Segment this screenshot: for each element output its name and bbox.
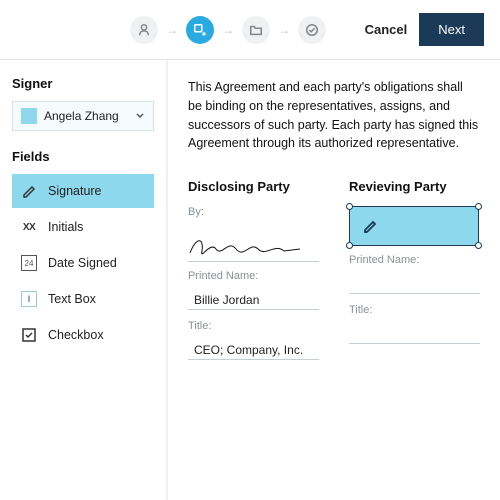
signature-icon xyxy=(362,218,378,234)
initials-icon: XX xyxy=(20,218,38,236)
cancel-button[interactable]: Cancel xyxy=(365,22,408,37)
fields-icon xyxy=(193,23,207,37)
top-actions: Cancel Next xyxy=(365,13,484,46)
field-text-box[interactable]: I Text Box xyxy=(12,282,154,316)
signature-line xyxy=(188,230,319,262)
signer-section-label: Signer xyxy=(12,76,154,91)
agreement-text: This Agreement and each party's obligati… xyxy=(188,78,480,153)
resize-handle-tl[interactable] xyxy=(346,203,353,210)
party-title: Revieving Party xyxy=(349,179,480,194)
folder-icon xyxy=(249,23,263,37)
fields-section-label: Fields xyxy=(12,149,154,164)
signature-icon xyxy=(20,182,38,200)
chevron-down-icon xyxy=(135,111,145,121)
document-canvas[interactable]: This Agreement and each party's obligati… xyxy=(166,60,500,500)
field-signature[interactable]: Signature xyxy=(12,174,154,208)
checkbox-icon xyxy=(20,326,38,344)
resize-handle-tr[interactable] xyxy=(475,203,482,210)
step-folder[interactable] xyxy=(242,16,270,44)
by-label: By: xyxy=(188,206,204,218)
step-indicator: → → → xyxy=(130,16,326,44)
arrow-icon: → xyxy=(278,23,290,37)
title-label: Title: xyxy=(349,304,480,316)
printed-name-label: Printed Name: xyxy=(349,254,480,266)
step-recipients[interactable] xyxy=(130,16,158,44)
field-label: Date Signed xyxy=(48,256,117,270)
field-date-signed[interactable]: 24 Date Signed xyxy=(12,246,154,280)
arrow-icon: → xyxy=(222,23,234,37)
signature-scribble xyxy=(188,231,308,261)
field-label: Checkbox xyxy=(48,328,104,342)
field-label: Text Box xyxy=(48,292,96,306)
field-label: Initials xyxy=(48,220,83,234)
check-circle-icon xyxy=(305,23,319,37)
field-checkbox[interactable]: Checkbox xyxy=(12,318,154,352)
title-value xyxy=(349,318,480,344)
printed-name-value xyxy=(349,268,480,294)
signer-dropdown[interactable]: Angela Zhang xyxy=(12,101,154,131)
sidebar: Signer Angela Zhang Fields Signature XX … xyxy=(0,60,166,500)
reviewing-party: Revieving Party Printed Name: Title: xyxy=(349,179,480,370)
person-icon xyxy=(137,23,151,37)
party-title: Disclosing Party xyxy=(188,179,319,194)
resize-handle-bl[interactable] xyxy=(346,242,353,249)
title-label: Title: xyxy=(188,320,319,332)
signer-color-swatch xyxy=(21,108,37,124)
field-initials[interactable]: XX Initials xyxy=(12,210,154,244)
disclosing-party: Disclosing Party By: Printed Name: Billi… xyxy=(188,179,319,370)
signer-name: Angela Zhang xyxy=(44,109,128,123)
step-fields[interactable] xyxy=(186,16,214,44)
date-icon: 24 xyxy=(20,254,38,272)
next-button[interactable]: Next xyxy=(419,13,484,46)
step-done[interactable] xyxy=(298,16,326,44)
resize-handle-br[interactable] xyxy=(475,242,482,249)
placed-signature-field[interactable] xyxy=(349,206,479,246)
printed-name-value: Billie Jordan xyxy=(188,284,319,310)
arrow-icon: → xyxy=(166,23,178,37)
field-label: Signature xyxy=(48,184,102,198)
printed-name-label: Printed Name: xyxy=(188,270,319,282)
top-bar: → → → Cancel Next xyxy=(0,0,500,60)
title-value: CEO; Company, Inc. xyxy=(188,334,319,360)
textbox-icon: I xyxy=(20,290,38,308)
